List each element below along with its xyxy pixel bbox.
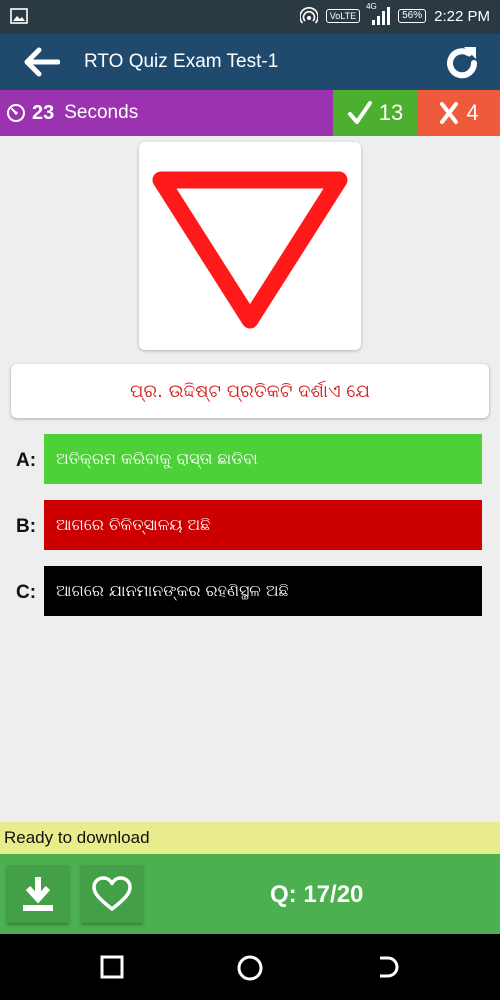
option-c-text: ଆଗରେ ଯାନମାନଙ୍କର ରହଣିସ୍ଥଳ ଅଛି: [56, 581, 289, 600]
question-counter: Q: 17/20: [270, 881, 364, 908]
cross-icon: [440, 102, 459, 124]
timer-label: Seconds: [64, 102, 139, 123]
refresh-icon[interactable]: [442, 43, 482, 83]
ad-banner[interactable]: Ready to download: [0, 822, 500, 854]
option-b-label: B:: [16, 516, 37, 537]
recent-apps-icon[interactable]: [100, 955, 124, 979]
check-icon: [347, 101, 372, 124]
correct-counter: 13: [333, 90, 417, 136]
bottom-bar: Q: 17/20: [0, 854, 500, 934]
timer-bar: 23 Seconds: [0, 90, 333, 136]
clock: 2:22 PM: [434, 7, 490, 25]
question-text: ପ୍ର. ଉଦ୍ଦିଷ୍ଟ ପ୍ରତିକଟି ଦର୍ଶାଏ ଯେ: [130, 380, 370, 402]
app-title: RTO Quiz Exam Test-1: [84, 51, 279, 72]
option-c-label: C:: [16, 582, 37, 603]
system-nav-bar: [0, 934, 500, 1000]
home-icon[interactable]: [236, 954, 264, 982]
timer-value: 23: [32, 101, 55, 124]
option-b-text: ଆଗରେ ଚିକିତ୍ସାଳୟ ଅଛି: [56, 515, 211, 534]
wrong-count: 4: [466, 100, 479, 125]
download-icon: [23, 877, 53, 911]
question-card: ପ୍ର. ଉଦ୍ଦିଷ୍ଟ ପ୍ରତିକଟି ଦର୍ଶାଏ ଯେ: [11, 364, 489, 418]
option-c-button[interactable]: ଆଗରେ ଯାନମାନଙ୍କର ରହଣିସ୍ଥଳ ଅଛି: [44, 566, 482, 616]
back-nav-icon[interactable]: [376, 955, 400, 979]
option-a-button[interactable]: ଅତିକ୍ରମ କରିବାକୁ ରାସ୍ତା ଛାଡିବା: [44, 434, 482, 484]
timer-icon: [7, 104, 25, 122]
option-a-label: A:: [16, 450, 37, 471]
download-button[interactable]: [7, 865, 69, 923]
option-b-button[interactable]: ଆଗରେ ଚିକିତ୍ସାଳୟ ଅଛି: [44, 500, 482, 550]
sign-image-card: [139, 142, 361, 350]
app-bar: RTO Quiz Exam Test-1: [0, 34, 500, 90]
option-a-text: ଅତିକ୍ରମ କରିବାକୁ ରାସ୍ତା ଛାଡିବା: [56, 449, 258, 468]
hotspot-icon: [299, 7, 318, 24]
gallery-notification-icon: [10, 8, 28, 24]
battery-indicator: 56%: [398, 9, 427, 23]
back-arrow-icon[interactable]: [22, 46, 60, 78]
give-way-sign-icon: [152, 171, 348, 329]
heart-icon: [92, 876, 132, 911]
correct-count: 13: [378, 100, 404, 125]
signal-icon: 4G: [366, 2, 391, 26]
status-bar: VoLTE 4G 56% 2:22 PM: [0, 0, 500, 34]
ad-text: Ready to download: [4, 828, 150, 847]
favorite-button[interactable]: [81, 865, 143, 923]
wrong-counter: 4: [417, 90, 500, 136]
volte-badge: VoLTE: [325, 9, 361, 23]
